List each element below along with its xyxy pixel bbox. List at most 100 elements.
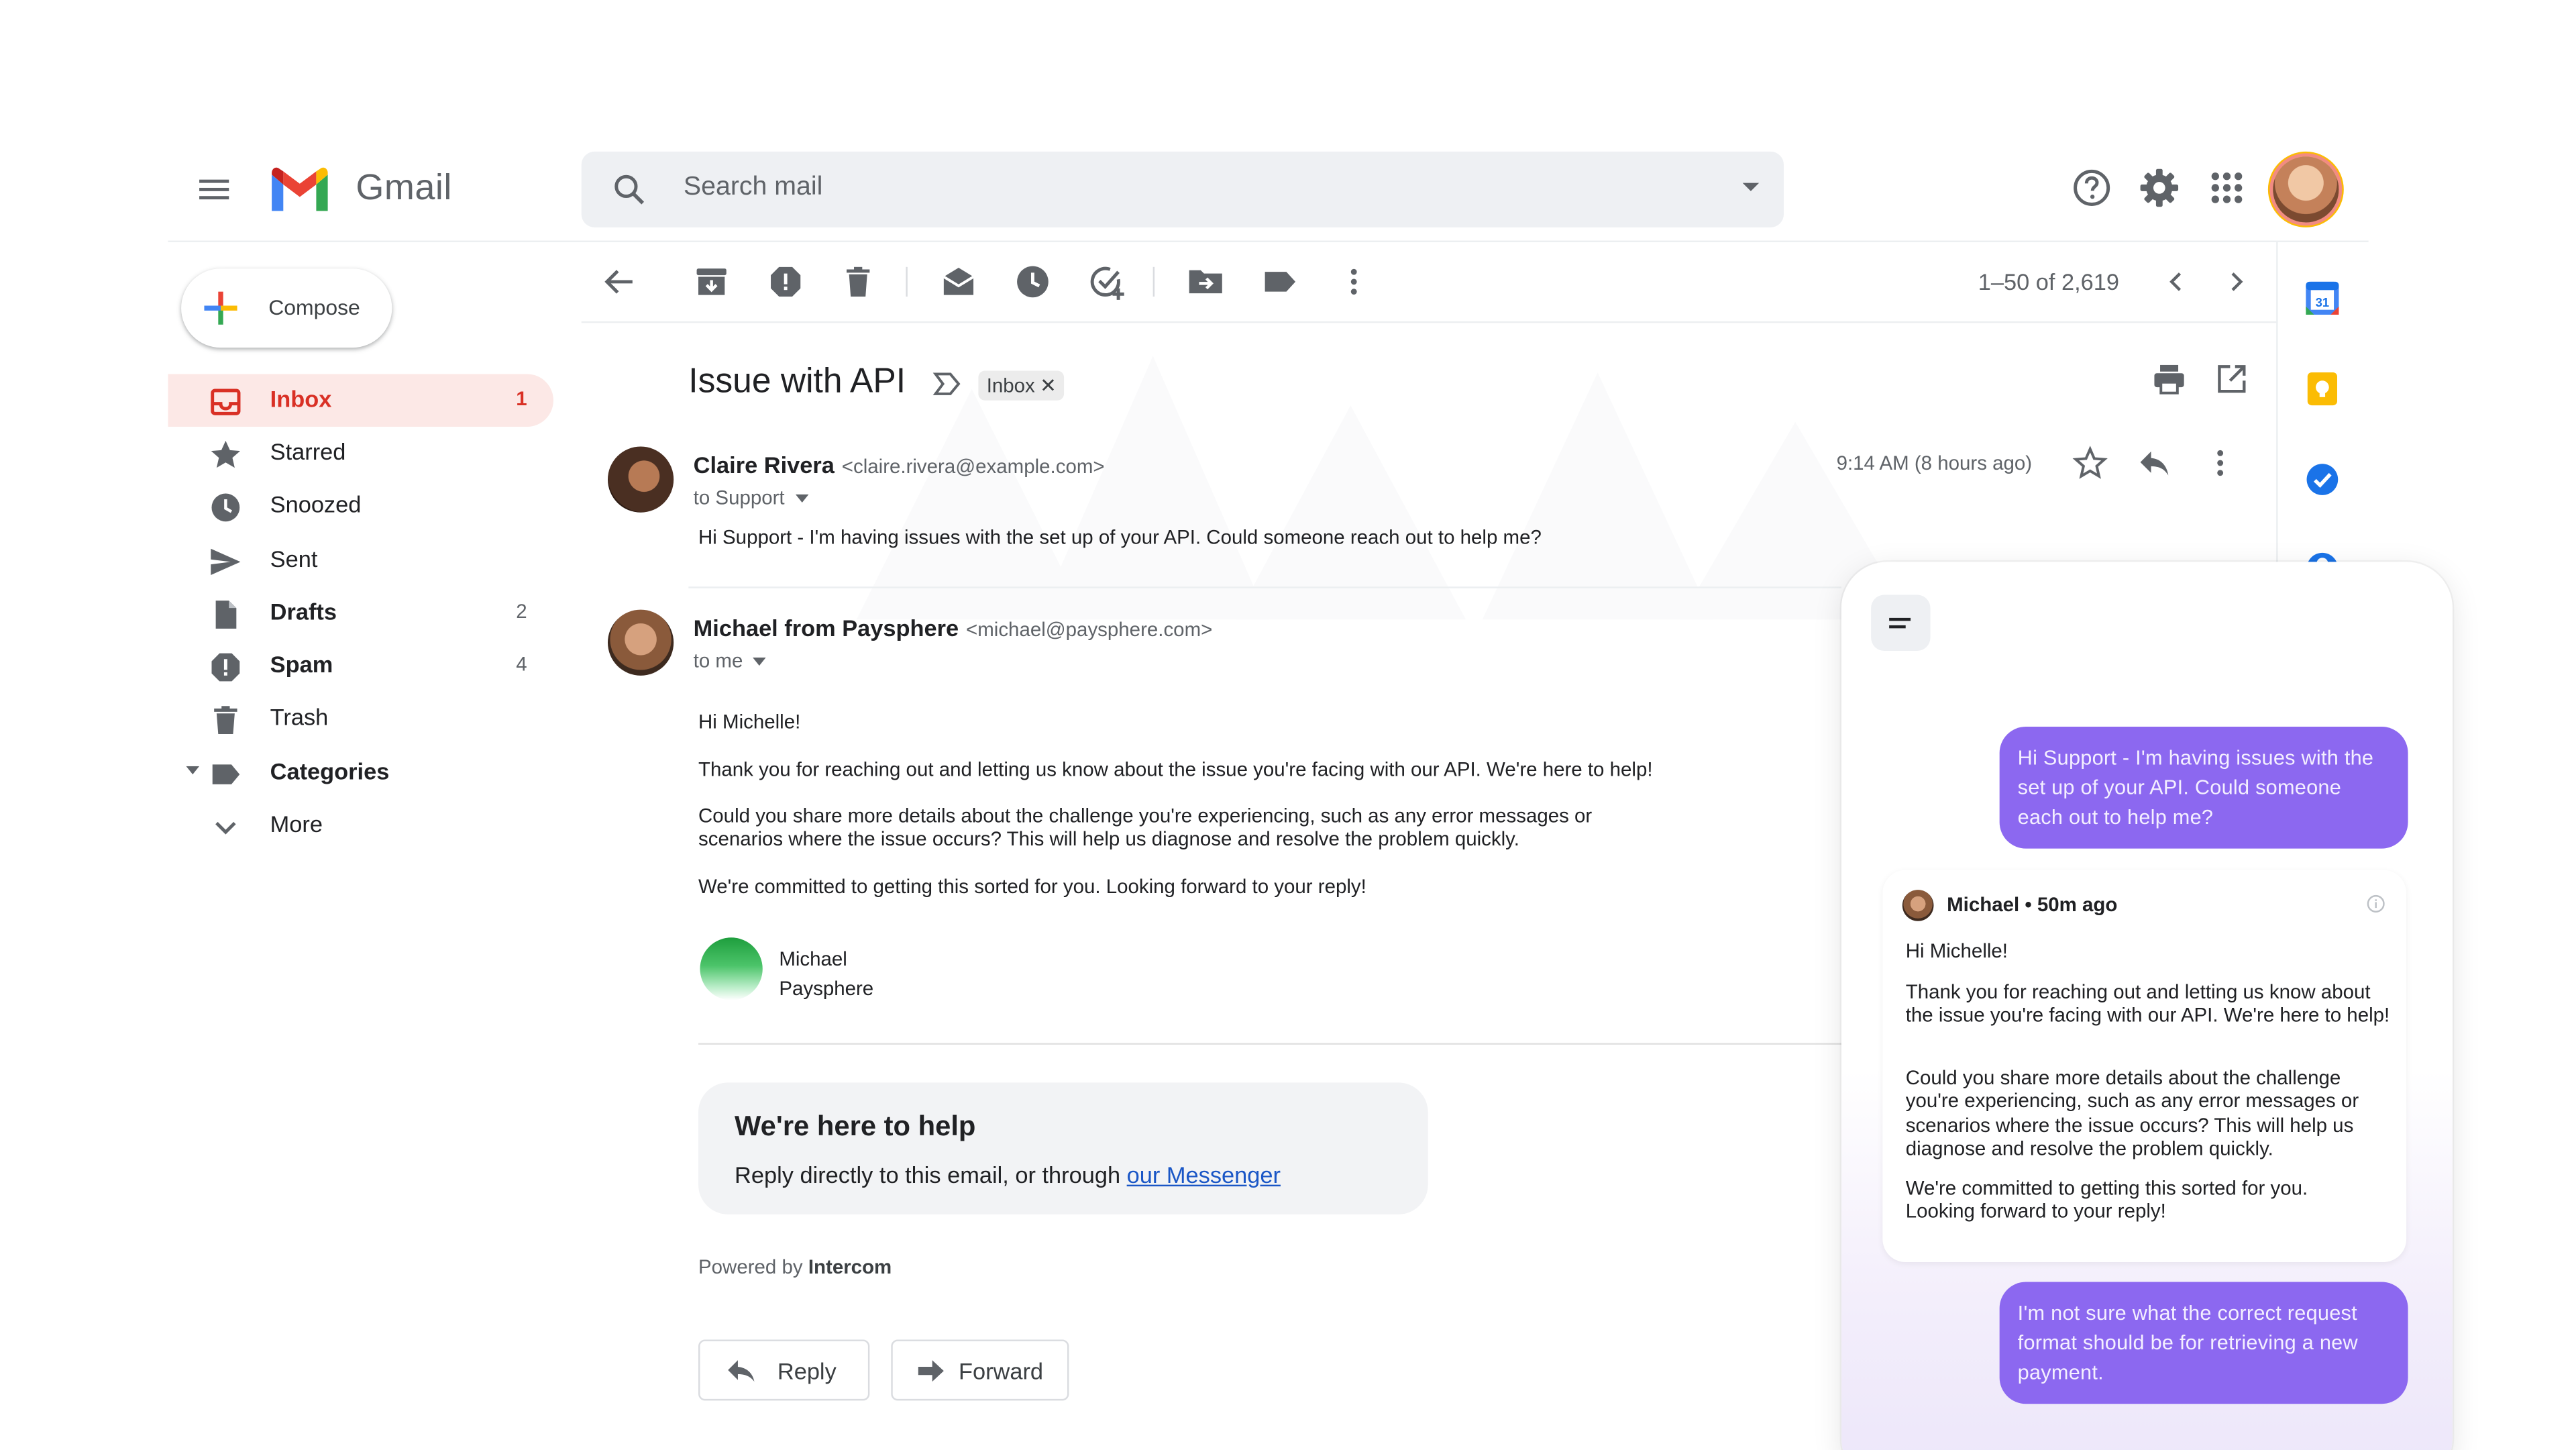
sidebar-item-drafts[interactable]: Drafts 2 (168, 586, 553, 639)
search-icon[interactable] (611, 171, 647, 207)
sidebar-item-starred[interactable]: Starred (168, 427, 553, 480)
search-options-icon[interactable] (1741, 181, 1760, 195)
move-to-folder-icon[interactable] (1186, 262, 1226, 301)
star-icon[interactable] (2070, 444, 2110, 483)
message-paragraph: scenarios where the issue occurs? This w… (698, 827, 1519, 851)
messenger-menu-button[interactable] (1871, 594, 1931, 651)
more-vertical-icon[interactable] (2200, 444, 2240, 483)
add-to-tasks-icon[interactable] (1087, 262, 1126, 301)
recipient-text: to Support (693, 486, 785, 509)
sidebar-item-categories[interactable]: Categories (168, 746, 553, 799)
keep-notes-icon[interactable] (2304, 371, 2341, 407)
sender-name[interactable]: Michael from Paysphere (694, 615, 959, 641)
sidebar-item-label: Drafts (270, 598, 337, 625)
sender-email: <claire.rivera@example.com> (841, 454, 1105, 478)
app-name: Gmail (356, 166, 452, 208)
delete-trash-icon[interactable] (839, 262, 878, 301)
draft-file-icon (209, 598, 242, 631)
sidebar-item-inbox[interactable]: Inbox 1 (168, 374, 553, 427)
info-icon[interactable] (2367, 894, 2385, 913)
powered-by-prefix: Powered by (698, 1255, 803, 1279)
more-vertical-icon[interactable] (1334, 262, 1374, 301)
sidebar-item-label: More (270, 811, 323, 837)
report-spam-icon[interactable] (766, 262, 806, 301)
sidebar-item-sent[interactable]: Sent (168, 534, 553, 587)
trash-icon (209, 704, 242, 737)
label-icon[interactable] (1260, 262, 1299, 301)
agent-message-bubble: Michael • 50m ago Hi Michelle! Thank you… (1882, 870, 2407, 1263)
toolbar-separator (906, 266, 908, 297)
reply-icon[interactable] (2135, 444, 2174, 483)
sidebar-item-snoozed[interactable]: Snoozed (168, 480, 553, 533)
spam-report-icon (209, 651, 242, 684)
sender-avatar[interactable] (607, 446, 674, 513)
message-paragraph: We're committed to getting this sorted f… (698, 874, 1366, 898)
recipient-line[interactable]: to Support (694, 486, 808, 509)
sidebar-item-more[interactable]: More (168, 799, 553, 852)
inbox-icon (209, 386, 242, 419)
agent-message-header: Michael • 50m ago (1947, 892, 2118, 917)
clock-icon (209, 491, 242, 524)
inbox-label-chip[interactable]: Inbox ✕ (978, 370, 1065, 401)
settings-gear-icon[interactable] (2138, 166, 2181, 209)
forward-button[interactable]: Forward (891, 1339, 1069, 1401)
tasks-icon[interactable] (2304, 462, 2341, 498)
search-input[interactable]: Search mail (684, 173, 822, 203)
account-avatar[interactable] (2273, 156, 2339, 223)
chevron-left-icon[interactable] (2156, 262, 2196, 301)
sidebar-item-label: Spam (270, 650, 333, 678)
recipient-details-icon[interactable] (790, 486, 808, 509)
reply-button[interactable]: Reply (698, 1339, 870, 1401)
print-icon[interactable] (2149, 359, 2189, 399)
recipient-line[interactable]: to me (694, 650, 767, 672)
open-in-new-window-icon[interactable] (2212, 359, 2251, 399)
chevron-right-icon[interactable] (2217, 262, 2257, 301)
user-message-bubble: Hi Support - I'm having issues with the … (1999, 726, 2408, 849)
messenger-link[interactable]: our Messenger (1127, 1161, 1281, 1188)
message-body: Hi Support - I'm having issues with the … (698, 525, 1542, 549)
recipient-text: to me (693, 649, 743, 672)
forward-label: Forward (958, 1357, 1044, 1384)
snooze-clock-icon[interactable] (1013, 262, 1053, 301)
sender-email: <michael@paysphere.com> (966, 617, 1213, 641)
powered-by: Powered by Intercom (698, 1255, 892, 1278)
google-apps-icon[interactable] (2206, 166, 2249, 209)
star-icon (209, 438, 242, 471)
sidebar-item-label: Categories (270, 758, 390, 784)
agent-message-paragraph: We're committed to getting this sorted f… (1905, 1176, 2308, 1223)
powered-by-brand[interactable]: Intercom (808, 1255, 892, 1278)
sender-name[interactable]: Claire Rivera (694, 452, 835, 478)
sender-line: Michael from Paysphere <michael@payspher… (694, 615, 1213, 644)
gmail-logo-icon[interactable] (268, 165, 331, 215)
help-card-title: We're here to help (735, 1110, 976, 1142)
search-bar[interactable]: Search mail (581, 151, 1784, 227)
expand-arrow-icon[interactable] (186, 766, 200, 776)
agent-avatar (1902, 890, 1934, 921)
sender-line: Claire Rivera <claire.rivera@example.com… (694, 452, 1105, 481)
sidebar-item-trash[interactable]: Trash (168, 692, 553, 745)
calendar-day: 31 (2316, 295, 2329, 309)
main-menu-icon[interactable] (191, 166, 237, 213)
spam-count: 4 (516, 652, 527, 676)
compose-button[interactable]: Compose (181, 268, 392, 348)
signature-company: Paysphere (779, 977, 874, 1000)
body-divider (698, 1043, 1841, 1045)
toolbar-separator (1152, 266, 1155, 297)
importance-marker-icon[interactable] (932, 371, 962, 397)
archive-icon[interactable] (692, 262, 731, 301)
sender-avatar[interactable] (607, 609, 674, 676)
mark-unread-icon[interactable] (938, 262, 978, 301)
back-arrow-icon[interactable] (600, 262, 639, 301)
help-card-text: Reply directly to this email, or through… (735, 1161, 1281, 1188)
unread-count: 1 (516, 387, 527, 411)
help-card: We're here to help Reply directly to thi… (698, 1082, 1428, 1214)
help-icon[interactable] (2070, 166, 2113, 209)
remove-label-icon[interactable]: ✕ (1040, 374, 1057, 397)
recipient-details-icon[interactable] (749, 650, 767, 672)
calendar-icon[interactable]: 31 (2304, 280, 2341, 316)
draft-count: 2 (516, 599, 527, 623)
sidebar-item-spam[interactable]: Spam 4 (168, 639, 553, 692)
signature: Michael Paysphere (779, 944, 873, 1003)
label-tag-icon (209, 758, 242, 791)
message-greeting: Hi Michelle! (698, 710, 801, 733)
